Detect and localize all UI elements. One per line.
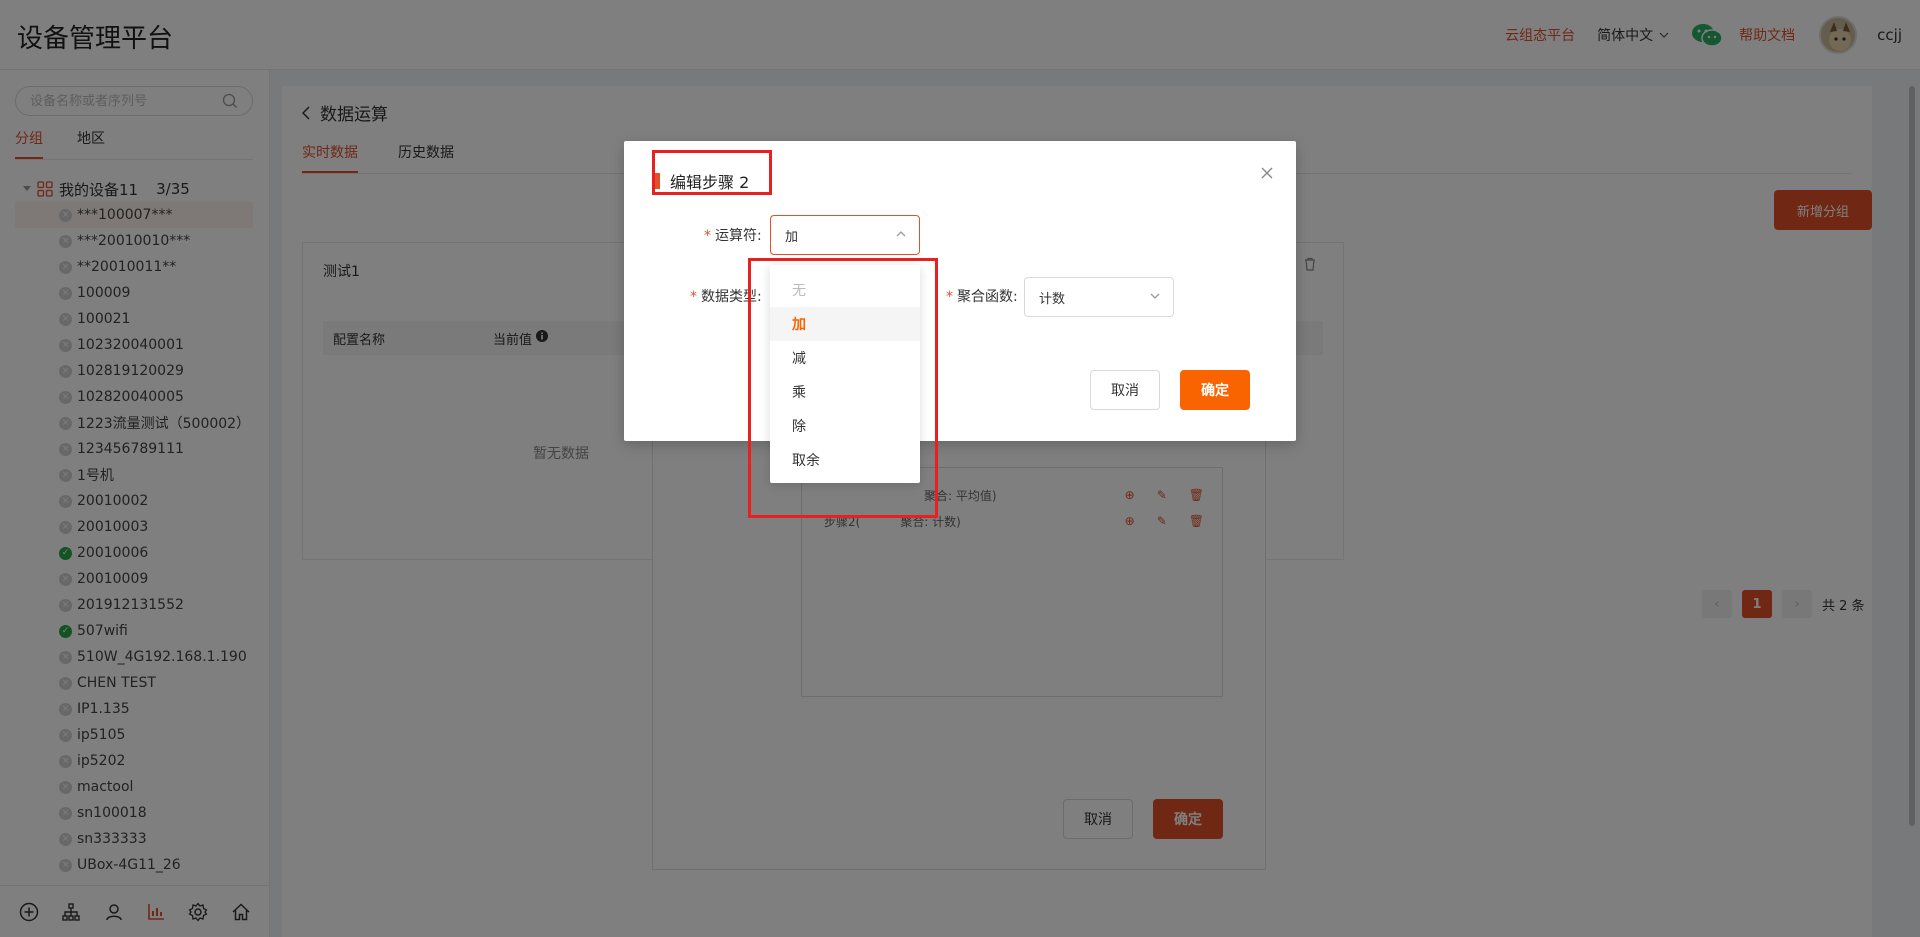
operator-value: 加: [785, 229, 799, 245]
operator-label: * 运算符:: [704, 228, 762, 244]
chevron-up-icon: [896, 231, 906, 237]
cancel-button[interactable]: 取消: [1090, 370, 1160, 410]
confirm-button[interactable]: 确定: [1180, 370, 1250, 410]
agg-select[interactable]: 计数: [1024, 277, 1174, 317]
agg-value: 计数: [1039, 291, 1066, 307]
annotation-box-dropdown: [748, 258, 938, 518]
operator-select[interactable]: 加: [770, 215, 920, 255]
agg-label-text: 聚合函数:: [957, 289, 1018, 305]
agg-label: * 聚合函数:: [946, 289, 1018, 305]
chevron-down-icon: [1150, 293, 1160, 299]
operator-label-text: 运算符:: [715, 228, 762, 244]
close-icon[interactable]: [1260, 161, 1274, 185]
annotation-box-title: [652, 150, 772, 195]
